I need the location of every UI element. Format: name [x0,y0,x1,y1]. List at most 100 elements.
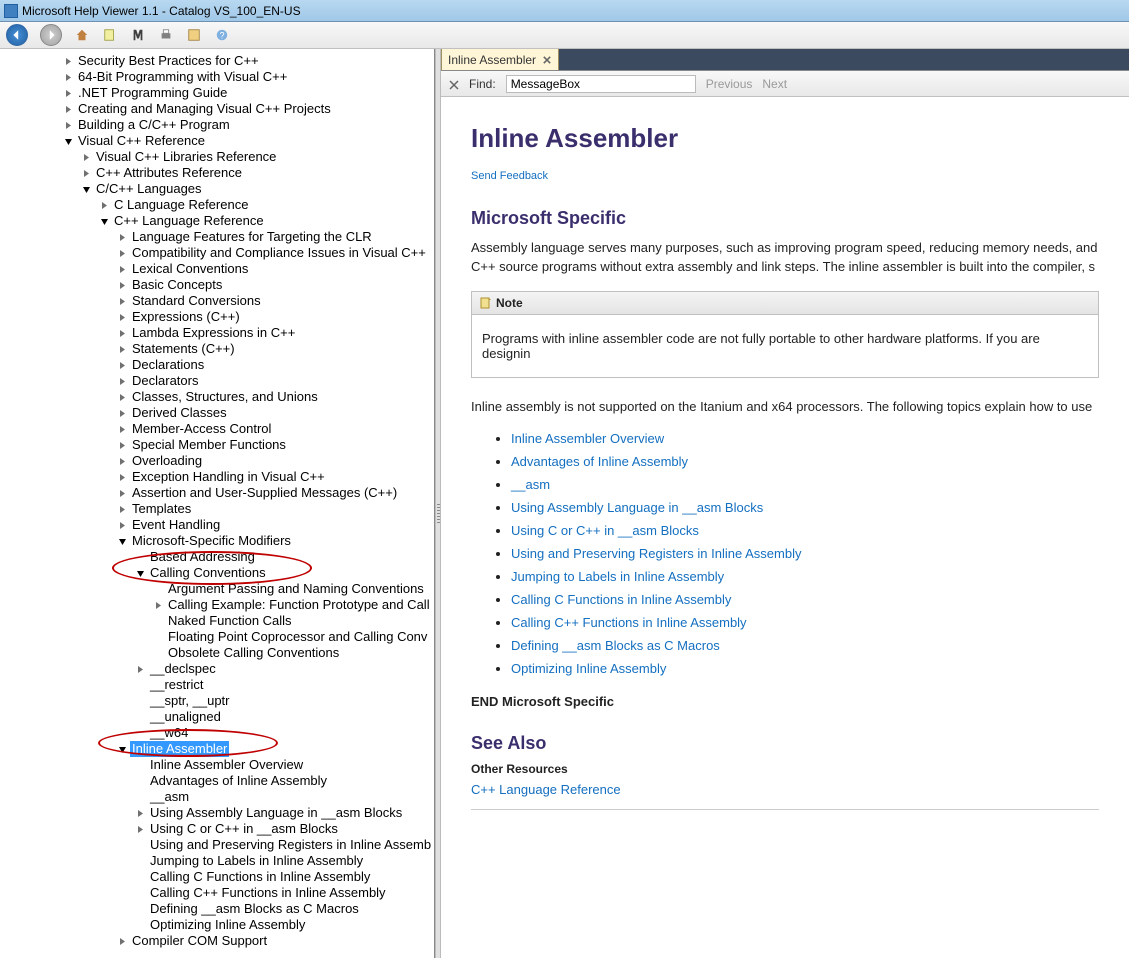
favorites-icon[interactable] [102,27,118,43]
collapse-icon[interactable] [116,535,128,547]
expand-icon[interactable] [116,935,128,947]
topic-link[interactable]: Using and Preserving Registers in Inline… [511,546,801,561]
tree-item[interactable]: C/C++ Languages [0,181,434,197]
tree-item[interactable]: C++ Attributes Reference [0,165,434,181]
topic-link[interactable]: Jumping to Labels in Inline Assembly [511,569,724,584]
tree-item[interactable]: Using C or C++ in __asm Blocks [0,821,434,837]
tab-inline-assembler[interactable]: Inline Assembler [441,49,559,70]
find-input[interactable] [506,75,696,93]
tree-item[interactable]: Obsolete Calling Conventions [0,645,434,661]
tree-item[interactable]: Lambda Expressions in C++ [0,325,434,341]
expand-icon[interactable] [116,487,128,499]
topic-link[interactable]: Defining __asm Blocks as C Macros [511,638,720,653]
expand-icon[interactable] [62,103,74,115]
expand-icon[interactable] [116,455,128,467]
expand-icon[interactable] [116,295,128,307]
tree-item[interactable]: Visual C++ Libraries Reference [0,149,434,165]
nav-back-button[interactable] [6,24,28,46]
tree-item[interactable]: Declarations [0,357,434,373]
tree-item[interactable]: Calling Example: Function Prototype and … [0,597,434,613]
tree-item[interactable]: Creating and Managing Visual C++ Project… [0,101,434,117]
print-icon[interactable] [158,27,174,43]
expand-icon[interactable] [62,87,74,99]
tree-item[interactable]: Basic Concepts [0,277,434,293]
tree-item[interactable]: Compiler COM Support [0,933,434,949]
tree-item[interactable]: Visual C++ Reference [0,133,434,149]
send-feedback-link[interactable]: Send Feedback [471,170,548,182]
topic-link[interactable]: Advantages of Inline Assembly [511,454,688,469]
seealso-link[interactable]: C++ Language Reference [471,782,621,797]
collapse-icon[interactable] [62,135,74,147]
home-icon[interactable] [74,27,90,43]
tree-item[interactable]: Defining __asm Blocks as C Macros [0,901,434,917]
tree-item[interactable]: .NET Programming Guide [0,85,434,101]
nav-forward-button[interactable] [40,24,62,46]
tree-item[interactable]: Event Handling [0,517,434,533]
find-next-button[interactable]: Next [762,77,787,91]
tree-item[interactable]: Special Member Functions [0,437,434,453]
tree-item[interactable]: Overloading [0,453,434,469]
expand-icon[interactable] [152,599,164,611]
topic-link[interactable]: Using Assembly Language in __asm Blocks [511,500,763,515]
tree-item[interactable]: Using and Preserving Registers in Inline… [0,837,434,853]
tree-item[interactable]: Using Assembly Language in __asm Blocks [0,805,434,821]
expand-icon[interactable] [116,519,128,531]
expand-icon[interactable] [116,423,128,435]
collapse-icon[interactable] [134,567,146,579]
tree-item[interactable]: __restrict [0,677,434,693]
tree-item[interactable]: Assertion and User-Supplied Messages (C+… [0,485,434,501]
expand-icon[interactable] [116,263,128,275]
topic-link[interactable]: Calling C Functions in Inline Assembly [511,592,731,607]
expand-icon[interactable] [116,231,128,243]
tree-item[interactable]: Standard Conversions [0,293,434,309]
expand-icon[interactable] [62,119,74,131]
splitter[interactable] [435,49,441,958]
find-previous-button[interactable]: Previous [706,77,753,91]
expand-icon[interactable] [116,407,128,419]
tree-item[interactable]: Floating Point Coprocessor and Calling C… [0,629,434,645]
expand-icon[interactable] [116,247,128,259]
expand-icon[interactable] [116,503,128,515]
tree-item[interactable]: Compatibility and Compliance Issues in V… [0,245,434,261]
options-icon[interactable] [186,27,202,43]
topic-link[interactable]: Using C or C++ in __asm Blocks [511,523,699,538]
tree-item[interactable]: Microsoft-Specific Modifiers [0,533,434,549]
expand-icon[interactable] [62,71,74,83]
tree-item[interactable]: C Language Reference [0,197,434,213]
tree-item[interactable]: Argument Passing and Naming Conventions [0,581,434,597]
collapse-icon[interactable] [98,215,110,227]
expand-icon[interactable] [116,279,128,291]
collapse-icon[interactable] [116,743,128,755]
topic-link[interactable]: __asm [511,477,550,492]
tree-item[interactable]: __sptr, __uptr [0,693,434,709]
tree-item[interactable]: Building a C/C++ Program [0,117,434,133]
expand-icon[interactable] [116,391,128,403]
tree-item[interactable]: Expressions (C++) [0,309,434,325]
search-icon[interactable] [130,27,146,43]
tree-item[interactable]: Derived Classes [0,405,434,421]
tree-item[interactable]: __w64 [0,725,434,741]
tree-item[interactable]: Exception Handling in Visual C++ [0,469,434,485]
tree-item[interactable]: Statements (C++) [0,341,434,357]
tree-item[interactable]: Lexical Conventions [0,261,434,277]
tree-item[interactable]: Advantages of Inline Assembly [0,773,434,789]
tree-item[interactable]: Calling C++ Functions in Inline Assembly [0,885,434,901]
expand-icon[interactable] [116,375,128,387]
tree-item[interactable]: Templates [0,501,434,517]
expand-icon[interactable] [116,359,128,371]
expand-icon[interactable] [116,471,128,483]
tree-item[interactable]: Calling C Functions in Inline Assembly [0,869,434,885]
tree-item[interactable]: Calling Conventions [0,565,434,581]
tree-item[interactable]: __asm [0,789,434,805]
tree-item[interactable]: Language Features for Targeting the CLR [0,229,434,245]
tree-item[interactable]: 64-Bit Programming with Visual C++ [0,69,434,85]
navigation-tree[interactable]: Security Best Practices for C++64-Bit Pr… [0,49,434,953]
tree-item[interactable]: Security Best Practices for C++ [0,53,434,69]
tree-item[interactable]: Inline Assembler [0,741,434,757]
collapse-icon[interactable] [80,183,92,195]
expand-icon[interactable] [116,327,128,339]
tree-item[interactable]: Classes, Structures, and Unions [0,389,434,405]
topic-link[interactable]: Optimizing Inline Assembly [511,661,666,676]
topic-link[interactable]: Calling C++ Functions in Inline Assembly [511,615,747,630]
tree-item[interactable]: C++ Language Reference [0,213,434,229]
